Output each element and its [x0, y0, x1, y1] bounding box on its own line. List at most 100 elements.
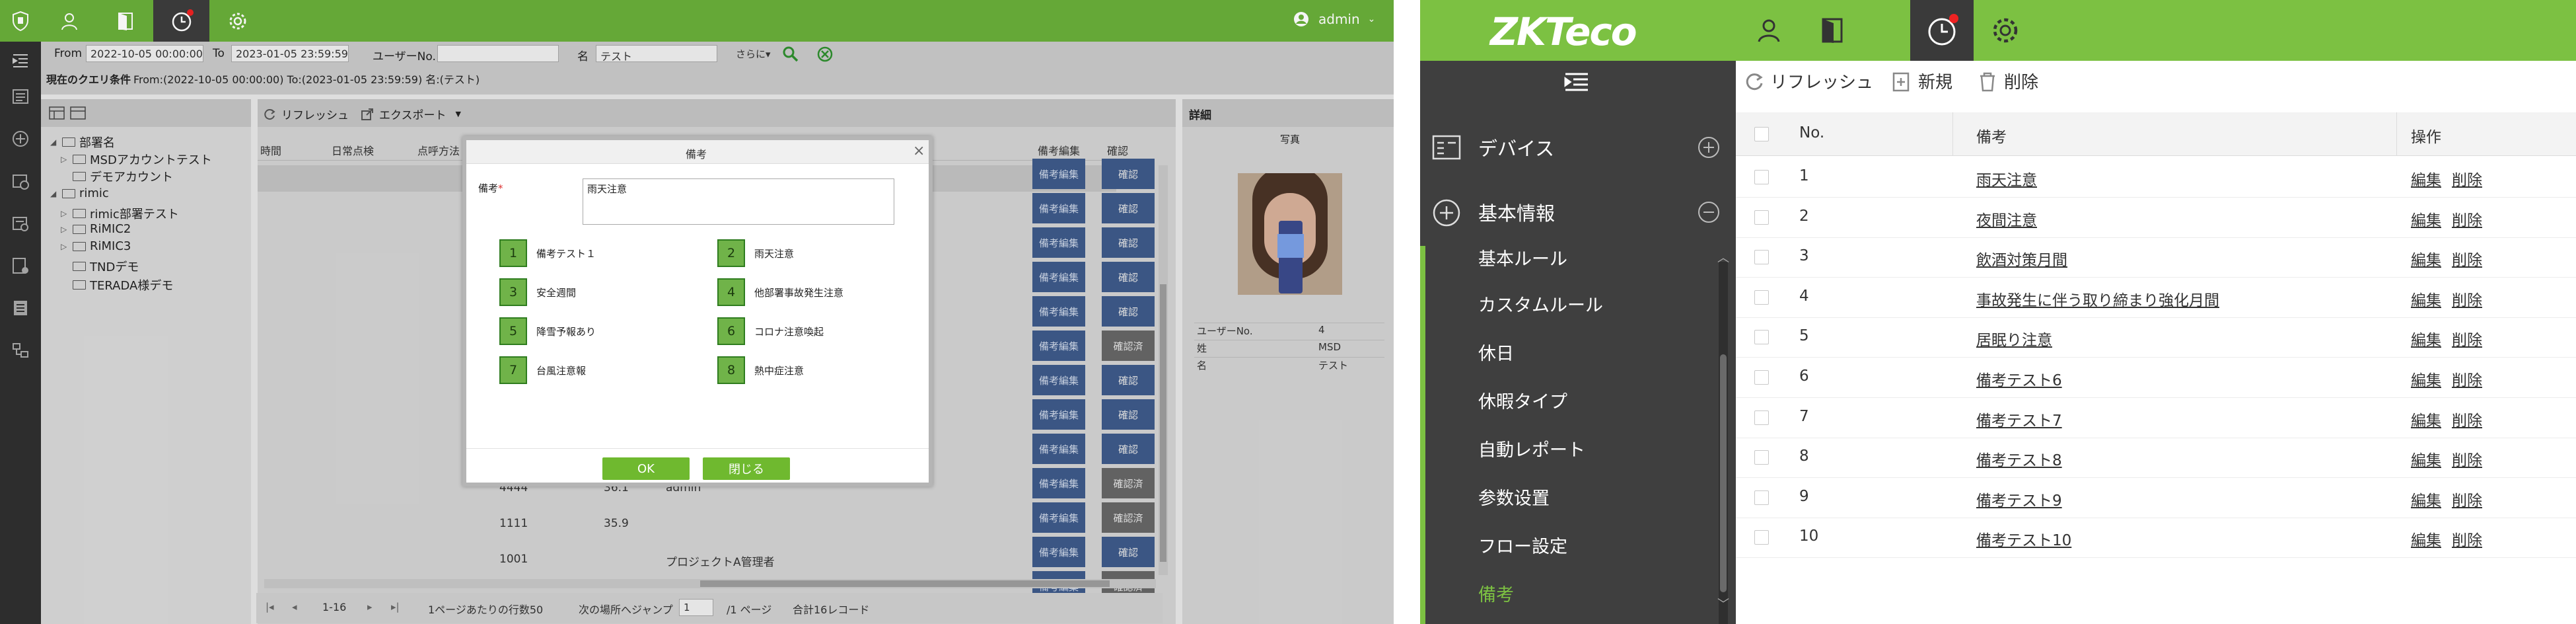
ok-button[interactable]: OK — [602, 457, 690, 480]
scroll-up-icon[interactable]: ︿ — [1717, 249, 1729, 266]
preset-number: 5 — [499, 317, 527, 345]
remark-link[interactable]: 飲酒対策月間 — [1976, 247, 2067, 270]
edit-link[interactable]: 編集 — [2411, 167, 2441, 190]
attendance-clock-icon[interactable] — [1910, 0, 1974, 61]
refresh-button[interactable]: リフレッシュ — [1744, 69, 1873, 93]
remark-link[interactable]: 備考テスト7 — [1976, 408, 2062, 430]
left-window: admin ⌄ From 2022-10-05 00:00:00 To 2023… — [0, 0, 1394, 624]
preset-number: 1 — [499, 239, 527, 267]
delete-link[interactable]: 削除 — [2452, 327, 2482, 350]
col-operation[interactable]: 操作 — [2411, 124, 2441, 147]
delete-link[interactable]: 削除 — [2452, 448, 2482, 470]
delete-link[interactable]: 削除 — [2452, 208, 2482, 230]
table-row[interactable]: 3 飲酒対策月間 編集 削除 — [1736, 237, 2576, 278]
submenu-item[interactable]: 休日 — [1478, 339, 1514, 365]
sidebar-item-devices[interactable]: デバイス — [1420, 114, 1736, 180]
submenu-item[interactable]: 備考 — [1478, 580, 1514, 606]
submenu-item[interactable]: 基本ルール — [1478, 245, 1567, 270]
delete-link[interactable]: 削除 — [2452, 167, 2482, 190]
edit-link[interactable]: 編集 — [2411, 288, 2441, 310]
row-checkbox[interactable] — [1754, 410, 1769, 425]
delete-button[interactable]: 削除 — [1976, 69, 2038, 93]
remark-preset-item[interactable]: 2 雨天注意 — [717, 239, 794, 267]
delete-link[interactable]: 削除 — [2452, 368, 2482, 390]
new-button[interactable]: 新規 — [1892, 69, 1952, 93]
remark-dialog: 備考 × 備考* 雨天注意 1 備考テスト１ 2 雨天注意 3 安全週間 4 他部署事故発生注… — [462, 136, 933, 487]
row-no: 5 — [1799, 327, 1809, 345]
delete-link[interactable]: 削除 — [2452, 288, 2482, 310]
table-header: No. 備考 操作 — [1736, 112, 2576, 156]
remark-preset-item[interactable]: 3 安全週間 — [499, 278, 576, 306]
submenu-accent — [1420, 246, 1425, 624]
remark-preset-item[interactable]: 1 備考テスト１ — [499, 239, 596, 267]
user-icon[interactable] — [1737, 0, 1801, 61]
edit-link[interactable]: 編集 — [2411, 527, 2441, 550]
row-checkbox[interactable] — [1754, 290, 1769, 305]
row-checkbox[interactable] — [1754, 170, 1769, 184]
table-row[interactable]: 5 居眠り注意 編集 削除 — [1736, 317, 2576, 358]
row-checkbox[interactable] — [1754, 450, 1769, 465]
remark-textarea[interactable]: 雨天注意 — [583, 178, 894, 225]
edit-link[interactable]: 編集 — [2411, 448, 2441, 470]
delete-link[interactable]: 削除 — [2452, 247, 2482, 270]
remark-link[interactable]: 備考テスト8 — [1976, 448, 2062, 470]
preset-text: 安全週間 — [536, 286, 577, 299]
submenu-item[interactable]: 休暇タイプ — [1478, 387, 1567, 413]
row-no: 6 — [1799, 368, 1809, 385]
remark-link[interactable]: 備考テスト10 — [1976, 527, 2071, 550]
submenu-item[interactable]: 自動レポート — [1478, 436, 1585, 461]
edit-link[interactable]: 編集 — [2411, 408, 2441, 430]
delete-link[interactable]: 削除 — [2452, 488, 2482, 510]
edit-link[interactable]: 編集 — [2411, 327, 2441, 350]
row-checkbox[interactable] — [1754, 490, 1769, 505]
select-all-checkbox[interactable] — [1754, 127, 1769, 141]
table-row[interactable]: 10 備考テスト10 編集 削除 — [1736, 518, 2576, 559]
remark-link[interactable]: 夜間注意 — [1976, 208, 2037, 230]
delete-link[interactable]: 削除 — [2452, 408, 2482, 430]
row-checkbox[interactable] — [1754, 370, 1769, 385]
submenu-item[interactable]: フロー設定 — [1478, 532, 1567, 558]
remark-preset-item[interactable]: 7 台風注意報 — [499, 356, 586, 384]
close-icon[interactable]: × — [913, 143, 925, 159]
edit-link[interactable]: 編集 — [2411, 488, 2441, 510]
door-icon[interactable] — [1801, 0, 1864, 61]
table-row[interactable]: 8 備考テスト8 編集 削除 — [1736, 438, 2576, 479]
remark-preset-item[interactable]: 5 降雪予報あり — [499, 317, 596, 345]
table-row[interactable]: 9 備考テスト9 編集 削除 — [1736, 478, 2576, 518]
table-row[interactable]: 6 備考テスト6 編集 削除 — [1736, 358, 2576, 398]
submenu-item[interactable]: カスタムルール — [1478, 291, 1603, 317]
close-button[interactable]: 閉じる — [703, 457, 790, 480]
remark-preset-item[interactable]: 4 他部署事故発生注意 — [717, 278, 843, 306]
row-no: 10 — [1799, 527, 1819, 545]
edit-link[interactable]: 編集 — [2411, 368, 2441, 390]
remark-link[interactable]: 事故発生に伴う取り締まり強化月間 — [1976, 288, 2219, 310]
row-checkbox[interactable] — [1754, 330, 1769, 345]
table-row[interactable]: 4 事故発生に伴う取り締まり強化月間 編集 削除 — [1736, 278, 2576, 318]
table-row[interactable]: 7 備考テスト7 編集 削除 — [1736, 398, 2576, 438]
sidebar-item-basic-info[interactable]: 基本情報 — [1420, 180, 1736, 246]
edit-link[interactable]: 編集 — [2411, 208, 2441, 230]
row-checkbox[interactable] — [1754, 210, 1769, 225]
col-remark[interactable]: 備考 — [1976, 124, 2007, 147]
sidebar-scrollbar[interactable] — [1719, 262, 1728, 624]
menu-collapse-icon[interactable] — [1564, 73, 1589, 93]
col-no[interactable]: No. — [1799, 124, 1824, 141]
table-row[interactable]: 2 夜間注意 編集 削除 — [1736, 198, 2576, 238]
submenu-item[interactable]: 参数设置 — [1478, 484, 1550, 510]
delete-link[interactable]: 削除 — [2452, 527, 2482, 550]
row-checkbox[interactable] — [1754, 530, 1769, 545]
row-checkbox[interactable] — [1754, 250, 1769, 265]
remark-preset-item[interactable]: 8 熱中症注意 — [717, 356, 804, 384]
scroll-down-icon[interactable]: ﹀ — [1717, 595, 1729, 612]
remark-link[interactable]: 備考テスト9 — [1976, 488, 2062, 510]
table-row[interactable]: 1 雨天注意 編集 削除 — [1736, 157, 2576, 198]
preset-text: 台風注意報 — [536, 364, 587, 377]
remark-link[interactable]: 備考テスト6 — [1976, 368, 2062, 390]
remark-link[interactable]: 雨天注意 — [1976, 167, 2037, 190]
row-no: 7 — [1799, 407, 1809, 425]
edit-link[interactable]: 編集 — [2411, 247, 2441, 270]
remark-preset-item[interactable]: 6 コロナ注意喚起 — [717, 317, 824, 345]
preset-number: 7 — [499, 356, 527, 384]
remark-link[interactable]: 居眠り注意 — [1976, 327, 2052, 350]
gear-icon[interactable] — [1974, 0, 2037, 61]
